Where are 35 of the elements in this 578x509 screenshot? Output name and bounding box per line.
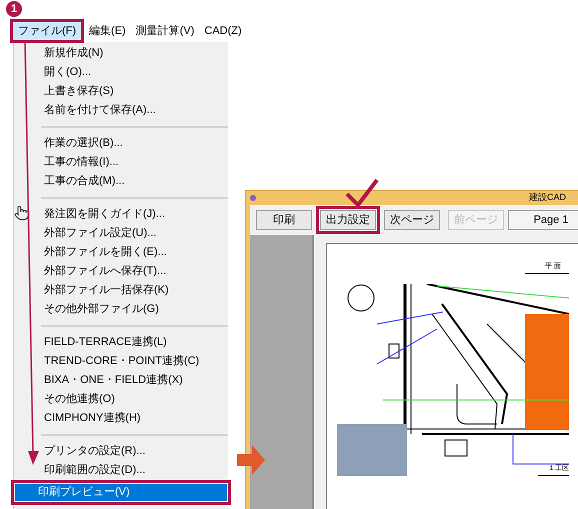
menu-bar-item[interactable]: 編集(E) (84, 21, 131, 41)
menu-bar-item[interactable]: CAD(Z) (199, 21, 247, 41)
arrow-icon (237, 445, 265, 475)
photo-placeholder (337, 424, 407, 476)
menu-item[interactable]: CIMPHONY連携(H) (14, 409, 228, 428)
menu-item[interactable]: 印刷プレビュー(V) (15, 484, 227, 501)
menu-item[interactable]: 上書き保存(S) (14, 82, 228, 101)
menu-item[interactable]: 工事の情報(I)... (14, 153, 228, 172)
menu-item[interactable]: 作業の選択(B)... (14, 134, 228, 153)
menu-item[interactable]: 外部ファイル設定(U)... (14, 224, 228, 243)
window-title: 建設CAD (528, 191, 567, 204)
menu-item[interactable]: FIELD-TERRACE連携(L) (14, 333, 228, 352)
menu-item[interactable]: BIXA・ONE・FIELD連携(X) (14, 371, 228, 390)
menu-item[interactable]: 工事の合成(M)... (14, 172, 228, 191)
menu-item[interactable]: 外部ファイルへ保存(T)... (14, 262, 228, 281)
menu-item[interactable]: 外部ファイル一括保存(K) (14, 281, 228, 300)
menu-bar-item[interactable]: 測量計算(V) (130, 21, 200, 41)
menu-bar-item[interactable]: ファイル(F) (10, 19, 84, 43)
menu-item[interactable]: 開く(O)... (14, 63, 228, 82)
toolbar-button[interactable]: 出力設定 (320, 210, 376, 230)
menu-item[interactable]: 発注図を開くガイド(J)... (14, 205, 228, 224)
menu-item[interactable]: その他外部ファイル(G) (14, 300, 228, 319)
menu-item[interactable]: プリンタの設定(R)... (14, 442, 228, 461)
menu-item[interactable]: 印刷範囲の設定(D)... (14, 461, 228, 480)
hand-pointer-icon (14, 205, 30, 221)
step-badge: 1 (6, 1, 22, 17)
toolbar-button[interactable]: 印刷 (256, 210, 312, 230)
page-indicator: Page 1 (508, 210, 578, 230)
menu-item[interactable]: 新規作成(N) (14, 44, 228, 63)
menu-item[interactable]: 名前を付けて保存(A)... (14, 101, 228, 120)
menu-item[interactable]: その他連携(O) (14, 390, 228, 409)
menu-item[interactable]: 外部ファイルを開く(E)... (14, 243, 228, 262)
menu-item[interactable]: TREND-CORE・POINT連携(C) (14, 352, 228, 371)
app-icon (250, 195, 256, 201)
toolbar-button[interactable]: 次ページ (384, 210, 440, 230)
